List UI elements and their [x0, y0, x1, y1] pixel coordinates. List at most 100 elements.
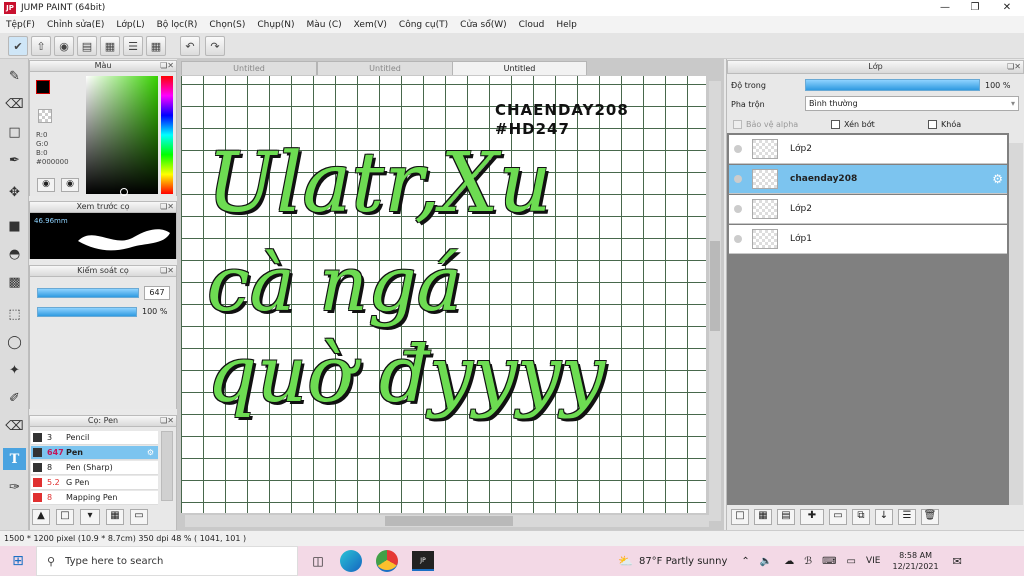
layer-row[interactable]: chaenday208 ⚙: [729, 165, 1007, 194]
magic-wand-icon[interactable]: ✦: [3, 359, 26, 381]
brush-size-slider[interactable]: [37, 288, 139, 298]
layer-opacity-slider[interactable]: [805, 79, 980, 91]
visibility-icon[interactable]: [734, 205, 742, 213]
tab-untitled-3[interactable]: Untitled: [452, 61, 587, 75]
eyedropper-icon[interactable]: ✑: [3, 476, 26, 498]
merge-layer-icon[interactable]: ↓: [875, 509, 893, 525]
brush-menu-icon[interactable]: ▾: [80, 509, 100, 525]
visibility-icon[interactable]: [734, 175, 742, 183]
menu-capture[interactable]: Chụp(N): [251, 20, 300, 30]
windows-start-icon[interactable]: ⊞: [0, 553, 36, 569]
menu-view[interactable]: Xem(V): [348, 20, 393, 30]
redo-icon[interactable]: ↷: [205, 36, 225, 56]
layer-folder-icon[interactable]: ▭: [829, 509, 847, 525]
palette-icon[interactable]: ◉: [37, 178, 55, 192]
panel-controls-icon[interactable]: ❏✕: [160, 61, 174, 71]
brush-list-item[interactable]: 8 Mapping Pen: [31, 491, 158, 505]
brush-tool-icon[interactable]: ✎: [3, 65, 26, 87]
menu-color[interactable]: Màu (C): [301, 20, 348, 30]
gear-icon[interactable]: ⚙: [147, 448, 154, 457]
protect-alpha-checkbox[interactable]: [733, 120, 742, 129]
brush-opacity-slider[interactable]: [37, 307, 137, 317]
visibility-icon[interactable]: [734, 145, 742, 153]
chat-icon[interactable]: ▤: [77, 36, 97, 56]
blend-mode-select[interactable]: Bình thường ▾: [805, 96, 1019, 111]
brush-list-item[interactable]: 8 Pen (Sharp): [31, 461, 158, 475]
display-icon[interactable]: ▭: [847, 556, 856, 567]
select-rect-icon[interactable]: ⬚: [3, 303, 26, 325]
list-icon[interactable]: ☰: [123, 36, 143, 56]
pen-nib-icon[interactable]: ✒: [3, 149, 26, 171]
tab-untitled-1[interactable]: Untitled: [181, 61, 317, 75]
export-icon[interactable]: ⇧: [31, 36, 51, 56]
menu-help[interactable]: Help: [550, 20, 583, 30]
new-layer-icon[interactable]: □: [731, 509, 749, 525]
notification-icon[interactable]: ✉: [953, 555, 962, 568]
brush-settings-icon[interactable]: ▦: [106, 509, 124, 525]
brush-folder-icon[interactable]: ▭: [130, 509, 148, 525]
hue-slider[interactable]: [161, 76, 173, 194]
menu-layer[interactable]: Lớp(L): [110, 20, 150, 30]
panel-controls-icon[interactable]: ❏✕: [160, 266, 174, 276]
layer-row[interactable]: Lớp2: [729, 195, 1007, 224]
new-brush-icon[interactable]: □: [56, 509, 74, 525]
layer-properties-icon[interactable]: ☰: [898, 509, 916, 525]
brush-size-field[interactable]: 647: [144, 286, 170, 300]
taskbar-search[interactable]: ⚲ Type here to search: [36, 546, 298, 576]
check-icon[interactable]: ✔: [8, 36, 28, 56]
canvas-vscroll[interactable]: [709, 81, 721, 521]
cloud-icon[interactable]: ☁: [784, 556, 794, 567]
select-eraser-icon[interactable]: ⌫: [3, 415, 26, 437]
menu-edit[interactable]: Chỉnh sửa(E): [41, 20, 110, 30]
edge-browser-icon[interactable]: [340, 550, 362, 572]
minimize-button[interactable]: —: [930, 0, 960, 16]
jump-paint-taskbar-icon[interactable]: JP: [412, 551, 434, 571]
clip-checkbox[interactable]: [831, 120, 840, 129]
menu-window[interactable]: Cửa sổ(W): [454, 20, 512, 30]
panel-controls-icon[interactable]: ❏✕: [1007, 61, 1021, 73]
gradient-tool-icon[interactable]: ▩: [3, 271, 26, 293]
trash-icon[interactable]: 🗑: [921, 509, 939, 525]
layer-row[interactable]: Lớp2: [729, 135, 1007, 164]
menu-file[interactable]: Tệp(F): [0, 20, 41, 30]
tab-untitled-2[interactable]: Untitled: [317, 61, 453, 75]
primary-color-swatch[interactable]: [36, 80, 50, 94]
document-icon[interactable]: ▦: [100, 36, 120, 56]
weather-text[interactable]: 87°F Partly sunny: [639, 556, 727, 567]
brush-list-scrollbar[interactable]: [161, 431, 173, 501]
drawing-canvas[interactable]: CHAENDAY208 #HD247 Ulatr,Xu cà ngá quờ đ…: [181, 76, 706, 513]
layer-list-scrollbar[interactable]: [1009, 143, 1023, 505]
menu-cloud[interactable]: Cloud: [513, 20, 551, 30]
eraser-tool-icon[interactable]: ⌫: [3, 93, 26, 115]
task-view-icon[interactable]: ◫: [304, 554, 332, 568]
undo-icon[interactable]: ↶: [180, 36, 200, 56]
brush-list-item[interactable]: 3 Pencil: [31, 431, 158, 445]
add-layer-menu-icon[interactable]: ✚: [800, 509, 824, 525]
menu-select[interactable]: Chọn(S): [203, 20, 251, 30]
transparent-swatch[interactable]: [38, 109, 52, 123]
chevron-up-icon[interactable]: ⌃: [741, 556, 749, 567]
speaker-icon[interactable]: 🔈: [760, 556, 772, 567]
brush-list-item[interactable]: 5.2 G Pen: [31, 476, 158, 490]
text-tool-icon[interactable]: T: [3, 448, 26, 470]
clock[interactable]: 8:58 AM 12/21/2021: [892, 550, 938, 572]
menu-tools[interactable]: Công cụ(T): [393, 20, 454, 30]
upload-brush-icon[interactable]: ▲: [32, 509, 50, 525]
language-indicator[interactable]: VIE: [866, 556, 881, 566]
brush-list-item[interactable]: 647 Pen ⚙: [31, 446, 158, 460]
move-tool-icon[interactable]: ✥: [3, 181, 26, 203]
visibility-icon[interactable]: [734, 235, 742, 243]
speech-bubble-icon[interactable]: ◉: [54, 36, 74, 56]
menu-filter[interactable]: Bộ lọc(R): [151, 20, 204, 30]
maximize-button[interactable]: ❐: [960, 0, 990, 16]
bluetooth-icon[interactable]: ℬ: [804, 556, 812, 567]
panel-controls-icon[interactable]: ❏✕: [160, 416, 174, 426]
layer-row[interactable]: Lớp1: [729, 225, 1007, 254]
canvas-hscroll[interactable]: [185, 515, 709, 527]
lock-checkbox[interactable]: [928, 120, 937, 129]
new-raster-layer-icon[interactable]: ▦: [754, 509, 772, 525]
lasso-tool-icon[interactable]: ◯: [3, 331, 26, 353]
keyboard-icon[interactable]: ⌨: [822, 556, 836, 567]
saturation-value-square[interactable]: [86, 76, 158, 194]
gear-icon[interactable]: ⚙: [992, 172, 1003, 186]
